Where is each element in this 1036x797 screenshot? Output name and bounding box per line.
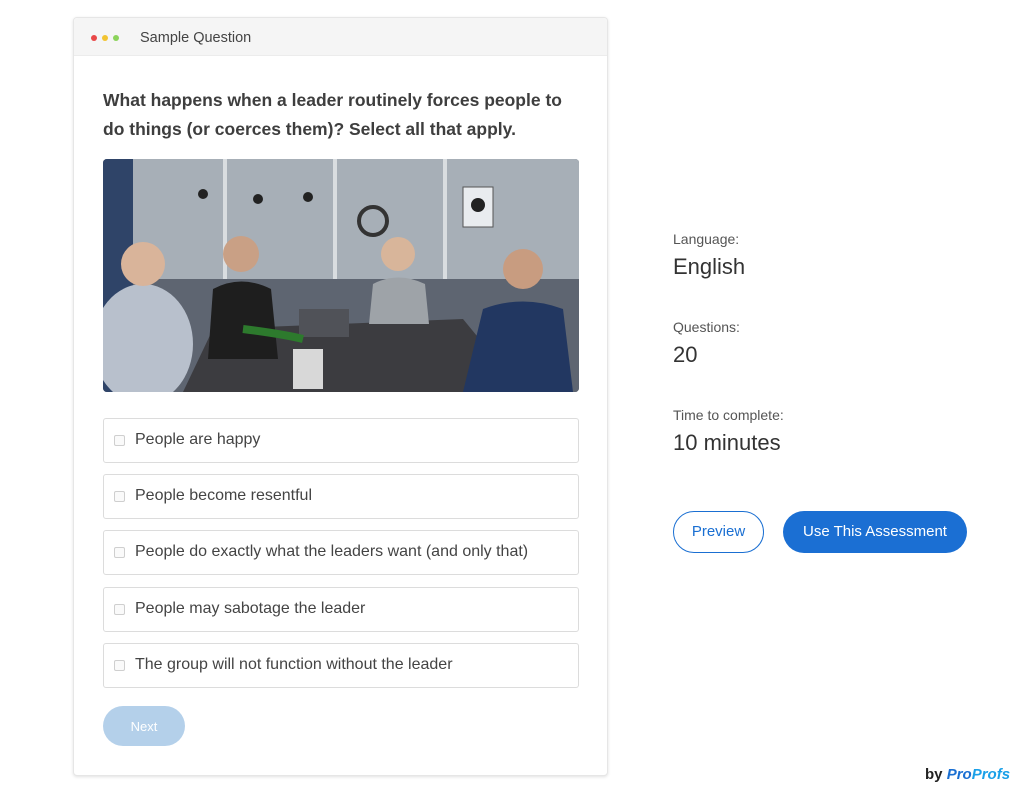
answer-option-label: People do exactly what the leaders want …: [135, 543, 529, 560]
proprofs-branding[interactable]: by ProProfs: [925, 766, 1010, 783]
time-value: 10 minutes: [673, 430, 781, 455]
language-label: Language:: [673, 231, 740, 247]
question-card: Sample Question What happens when a lead…: [73, 17, 608, 776]
card-header: Sample Question: [74, 18, 607, 56]
questions-label: Questions:: [673, 319, 740, 335]
question-image: [103, 159, 579, 392]
answer-option-4[interactable]: People may sabotage the leader: [103, 587, 579, 632]
use-assessment-button[interactable]: Use This Assessment: [783, 511, 967, 553]
window-dot-red: [91, 35, 97, 41]
branding-by: by: [925, 766, 943, 783]
questions-block: Questions: 20: [673, 319, 740, 368]
answer-checkbox[interactable]: [114, 547, 125, 558]
answer-option-5[interactable]: The group will not function without the …: [103, 643, 579, 688]
answer-option-label: People become resentful: [135, 487, 312, 504]
meeting-photo: [103, 159, 579, 392]
branding-pro: Pro: [946, 766, 972, 783]
language-block: Language: English: [673, 231, 745, 280]
answer-checkbox[interactable]: [114, 660, 125, 671]
questions-value: 20: [673, 342, 698, 367]
answer-checkbox[interactable]: [114, 604, 125, 615]
answer-checkbox[interactable]: [114, 435, 125, 446]
answer-option-label: People may sabotage the leader: [135, 600, 366, 617]
answer-option-3[interactable]: People do exactly what the leaders want …: [103, 530, 579, 575]
answer-option-label: People are happy: [135, 431, 261, 448]
next-button[interactable]: Next: [103, 706, 185, 746]
answer-checkbox[interactable]: [114, 491, 125, 502]
window-dot-green: [113, 35, 119, 41]
language-value: English: [673, 254, 746, 279]
window-dot-yellow: [102, 35, 108, 41]
card-header-title: Sample Question: [140, 30, 252, 46]
preview-button[interactable]: Preview: [673, 511, 764, 553]
question-text: What happens when a leader routinely for…: [103, 90, 562, 139]
answer-option-label: The group will not function without the …: [135, 656, 453, 673]
answer-option-2[interactable]: People become resentful: [103, 474, 579, 519]
branding-profs: Profs: [971, 766, 1011, 783]
time-label: Time to complete:: [673, 407, 784, 423]
answer-option-1[interactable]: People are happy: [103, 418, 579, 463]
time-block: Time to complete: 10 minutes: [673, 407, 784, 456]
